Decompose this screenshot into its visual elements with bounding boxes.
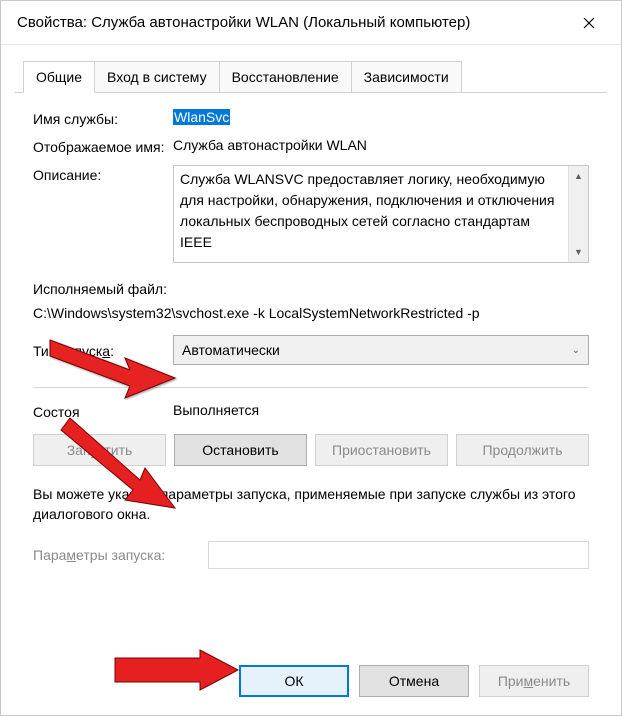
close-icon (583, 17, 595, 29)
status-value: Выполняется (173, 402, 589, 420)
tab-dependencies[interactable]: Зависимости (351, 61, 462, 92)
content-area: Общие Вход в систему Восстановление Зави… (1, 45, 621, 715)
properties-window: Свойства: Служба автонастройки WLAN (Лок… (0, 0, 622, 716)
scroll-up-icon[interactable]: ▲ (569, 166, 588, 186)
scroll-down-icon[interactable]: ▼ (569, 242, 588, 262)
status-row: Состоя Выполняется (33, 402, 589, 420)
executable-block: Исполняемый файл: C:\Windows\system32\sv… (33, 281, 589, 321)
description-text: Служба WLANSVC предоставляет логику, нео… (174, 166, 568, 262)
startup-type-row: Тип запуска: Автоматически ⌄ (33, 335, 589, 365)
tab-panel-general: Имя службы: WlanSvc Отображаемое имя: Сл… (15, 93, 607, 651)
titlebar: Свойства: Служба автонастройки WLAN (Лок… (1, 1, 621, 45)
tab-logon[interactable]: Вход в систему (94, 61, 220, 92)
dialog-buttons: ОК Отмена Применить (15, 651, 607, 715)
description-box[interactable]: Служба WLANSVC предоставляет логику, нео… (173, 165, 589, 263)
resume-button: Продолжить (456, 434, 589, 466)
description-row: Описание: Служба WLANSVC предоставляет л… (33, 165, 589, 263)
stop-button[interactable]: Остановить (174, 434, 307, 466)
tab-recovery[interactable]: Восстановление (219, 61, 352, 92)
start-button: Запустить (33, 434, 166, 466)
scroll-track[interactable] (569, 186, 588, 242)
divider (33, 387, 589, 388)
window-title: Свойства: Служба автонастройки WLAN (Лок… (17, 14, 567, 31)
startup-params-note: Вы можете указать параметры запуска, при… (33, 484, 589, 525)
service-name-label: Имя службы: (33, 109, 173, 127)
startup-params-row: Параметры запуска: (33, 541, 589, 569)
service-name-row: Имя службы: WlanSvc (33, 109, 589, 127)
close-button[interactable] (567, 1, 611, 45)
chevron-down-icon: ⌄ (572, 345, 580, 356)
cancel-button[interactable]: Отмена (359, 665, 469, 697)
executable-path: C:\Windows\system32\svchost.exe -k Local… (33, 305, 589, 321)
startup-params-input (208, 541, 589, 569)
service-buttons-row: Запустить Остановить Приостановить Продо… (33, 434, 589, 466)
pause-button: Приостановить (315, 434, 448, 466)
tab-general[interactable]: Общие (23, 61, 95, 93)
display-name-label: Отображаемое имя: (33, 137, 173, 155)
service-name-value: WlanSvc (173, 109, 589, 127)
startup-params-label: Параметры запуска: (33, 547, 208, 563)
startup-type-select[interactable]: Автоматически ⌄ (173, 335, 589, 365)
ok-button[interactable]: ОК (239, 665, 349, 697)
startup-type-label: Тип запуска: (33, 341, 173, 359)
startup-type-value: Автоматически (182, 342, 280, 358)
status-label: Состоя (33, 402, 173, 420)
executable-label: Исполняемый файл: (33, 281, 589, 297)
description-label: Описание: (33, 165, 173, 263)
tab-strip: Общие Вход в систему Восстановление Зави… (15, 59, 607, 93)
display-name-row: Отображаемое имя: Служба автонастройки W… (33, 137, 589, 155)
apply-button: Применить (479, 665, 589, 697)
description-scrollbar[interactable]: ▲ ▼ (568, 166, 588, 262)
display-name-value: Служба автонастройки WLAN (173, 137, 589, 155)
